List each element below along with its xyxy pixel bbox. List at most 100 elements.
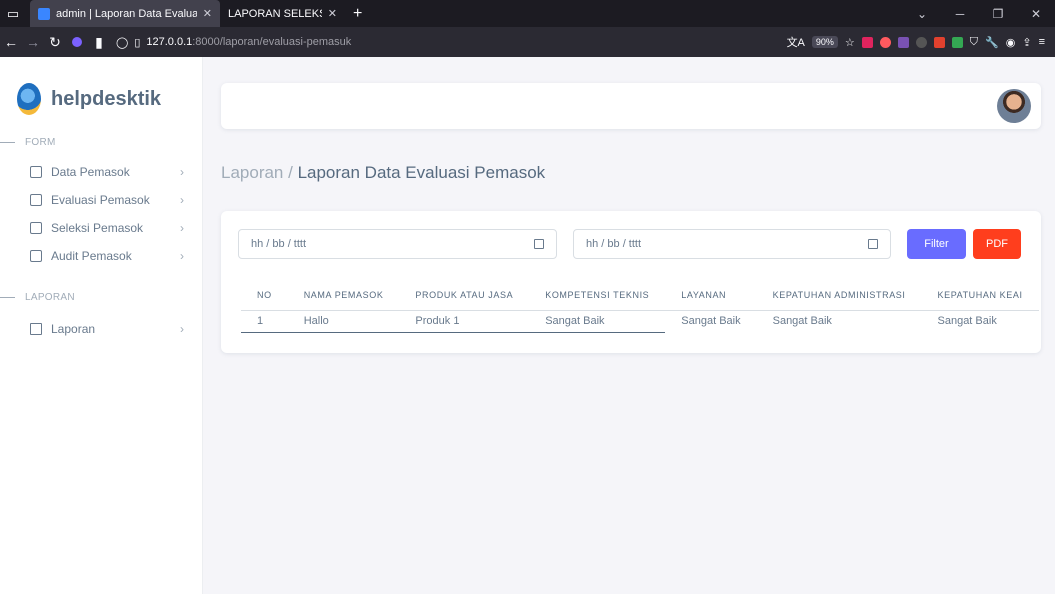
pdf-button[interactable]: PDF (973, 229, 1021, 259)
calendar-icon[interactable] (868, 239, 878, 249)
tab-title: LAPORAN SELEKSI PEMASOK (228, 7, 322, 20)
sidebar-item-label: Audit Pemasok (51, 249, 132, 263)
sidebar-item-data-pemasok[interactable]: Data Pemasok › (0, 158, 202, 186)
extension-icon[interactable] (897, 36, 909, 48)
section-title: FORM (25, 137, 56, 148)
table-cell: 1 (241, 309, 288, 333)
chevron-right-icon: › (180, 165, 184, 179)
extension-icon[interactable] (915, 36, 927, 48)
table-cell: Sangat Baik (665, 309, 757, 332)
breadcrumb: Laporan / Laporan Data Evaluasi Pemasok (221, 163, 545, 183)
chevron-right-icon: › (180, 249, 184, 263)
url-path: :8000/laporan/evaluasi-pemasuk (192, 36, 352, 48)
tab-overview-icon[interactable]: ▭ (0, 0, 26, 27)
minimize-icon[interactable]: ─ (941, 7, 979, 21)
bookmark-icon[interactable]: ▮ (88, 34, 110, 51)
maximize-icon[interactable]: ❐ (979, 7, 1017, 21)
date-placeholder: hh / bb / tttt (251, 238, 307, 250)
table-header-row: NO NAMA PEMASOK PRODUK ATAU JASA KOMPETE… (241, 280, 1039, 310)
sidebar-item-label: Seleksi Pemasok (51, 221, 144, 235)
browser-tab-bar: ▭ admin | Laporan Data Evaluasi ✕ LAPORA… (0, 0, 1055, 27)
browser-tab-active[interactable]: admin | Laporan Data Evaluasi ✕ (30, 0, 220, 27)
brand[interactable]: helpdesktik (0, 57, 202, 115)
brand-logo-icon (17, 83, 41, 115)
lock-icon (30, 250, 42, 262)
lock-icon (30, 222, 42, 234)
tab-title: admin | Laporan Data Evaluasi (56, 7, 197, 20)
extension-icon[interactable] (879, 36, 891, 48)
table-row: 1 Hallo Produk 1 Sangat Baik Sangat Baik… (241, 309, 1039, 333)
table-cell: Produk 1 (399, 309, 530, 333)
sidebar-item-seleksi-pemasok[interactable]: Seleksi Pemasok › (0, 214, 202, 242)
new-tab-icon[interactable]: + (345, 5, 370, 23)
brand-name: helpdesktik (51, 87, 162, 110)
layout-icon (30, 323, 42, 335)
column-header: KEPATUHAN KEAI (937, 289, 1023, 300)
app-container: helpdesktik FORM Data Pemasok › Evaluasi… (0, 57, 1055, 594)
breadcrumb-parent[interactable]: Laporan / (221, 163, 298, 182)
chevron-right-icon: › (180, 221, 184, 235)
sidebar-item-audit-pemasok[interactable]: Audit Pemasok › (0, 242, 202, 270)
tab-list-icon[interactable]: ⌄ (903, 7, 941, 21)
back-icon[interactable]: ← (0, 34, 22, 50)
column-header: NO (257, 289, 272, 300)
evaluation-table: NO NAMA PEMASOK PRODUK ATAU JASA KOMPETE… (241, 280, 1039, 333)
close-window-icon[interactable]: ✕ (1017, 7, 1055, 21)
browser-nav-bar: ← → ↻ ▮ ◯ ▯ 127.0.0.1:8000/laporan/evalu… (0, 27, 1055, 57)
sidebar: helpdesktik FORM Data Pemasok › Evaluasi… (0, 57, 203, 594)
table-cell: Sangat Baik (756, 309, 922, 332)
table-cell: Hallo (287, 309, 400, 333)
menu-icon[interactable]: ≡ (1039, 36, 1045, 48)
window-controls: ⌄ ─ ❐ ✕ (903, 0, 1055, 27)
avatar[interactable] (997, 89, 1031, 123)
tools-icon[interactable]: 🔧 (985, 36, 999, 49)
extension-icon[interactable] (66, 34, 88, 50)
sidebar-section-form: FORM (0, 137, 202, 148)
sidebar-item-evaluasi-pemasok[interactable]: Evaluasi Pemasok › (0, 186, 202, 214)
translate-icon[interactable]: 文A (787, 34, 805, 50)
page-title: Laporan Data Evaluasi Pemasok (297, 163, 546, 182)
column-header: NAMA PEMASOK (303, 289, 384, 300)
sidebar-item-laporan[interactable]: Laporan › (0, 315, 202, 343)
extension-icon[interactable] (933, 36, 945, 48)
table-cell: Sangat Baik (921, 309, 1039, 332)
reload-icon[interactable]: ↻ (44, 34, 66, 51)
column-header: PRODUK ATAU JASA (415, 289, 514, 300)
start-date-input[interactable]: hh / bb / tttt (238, 229, 557, 259)
url-host: 127.0.0.1 (146, 36, 193, 48)
sidebar-item-label: Laporan (51, 322, 96, 336)
end-date-input[interactable]: hh / bb / tttt (573, 229, 891, 259)
pocket-icon[interactable]: ⛉ (970, 36, 978, 49)
report-card: hh / bb / tttt hh / bb / tttt Filter PDF… (221, 211, 1041, 353)
filter-button[interactable]: Filter (907, 229, 966, 259)
account-icon[interactable]: ◉ (1006, 36, 1016, 49)
lock-icon (30, 166, 42, 178)
chevron-right-icon: › (180, 322, 184, 336)
extension-icon[interactable] (861, 36, 873, 48)
share-icon[interactable]: ⇪ (1022, 36, 1031, 49)
section-title: LAPORAN (25, 292, 75, 303)
column-header: LAYANAN (681, 289, 727, 300)
sidebar-item-label: Evaluasi Pemasok (51, 193, 150, 207)
chevron-right-icon: › (180, 193, 184, 207)
browser-tab[interactable]: LAPORAN SELEKSI PEMASOK ✕ (220, 0, 345, 27)
date-placeholder: hh / bb / tttt (586, 238, 642, 250)
shield-icon: ◯ (116, 36, 129, 49)
table-cell: Sangat Baik (529, 309, 666, 333)
zoom-level[interactable]: 90% (811, 36, 838, 48)
close-tab-icon[interactable]: ✕ (328, 7, 337, 20)
lock-icon (30, 194, 42, 206)
column-header: KOMPETENSI TEKNIS (545, 289, 650, 300)
url-bar[interactable]: ◯ ▯ 127.0.0.1:8000/laporan/evaluasi-pema… (116, 36, 787, 49)
extension-icon[interactable] (951, 36, 963, 48)
favicon-icon (38, 7, 50, 20)
sidebar-item-label: Data Pemasok (51, 165, 130, 179)
top-navbar (221, 83, 1041, 129)
column-header: KEPATUHAN ADMINISTRASI (772, 289, 906, 300)
forward-icon[interactable]: → (22, 34, 44, 50)
page-icon: ▯ (134, 36, 141, 49)
close-tab-icon[interactable]: ✕ (203, 7, 212, 20)
calendar-icon[interactable] (534, 239, 544, 249)
sidebar-section-laporan: LAPORAN (0, 292, 202, 303)
star-icon[interactable]: ☆ (845, 36, 855, 49)
